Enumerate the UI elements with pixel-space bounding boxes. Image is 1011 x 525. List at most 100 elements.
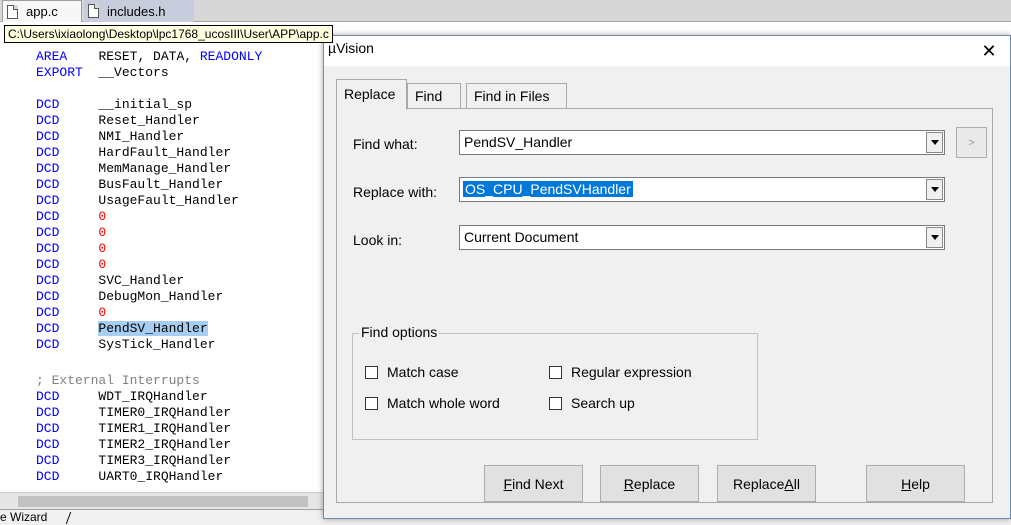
btn-accel: R [623, 475, 634, 492]
dialog-titlebar[interactable]: µVision ✕ [324, 36, 1010, 66]
vector-entry: 0 [98, 209, 107, 224]
btn-text: ind Next [512, 475, 564, 492]
dcd-keyword: DCD [36, 129, 60, 144]
vector-entry: WDT_IRQHandler [98, 389, 208, 404]
match-case-label: Match case [387, 364, 459, 380]
tab-app-c[interactable]: app.c [2, 0, 82, 22]
code-line-vector: DCD DebugMon_Handler [36, 289, 223, 305]
match-whole-word-checkbox[interactable]: Match whole word [365, 395, 500, 411]
editor-tab-bar: app.c includes.h [0, 0, 1011, 22]
find-what-label: Find what: [353, 136, 418, 152]
code-editor[interactable]: AREA RESET, DATA, READONLY EXPORT __Vect… [0, 22, 340, 492]
dcd-keyword: DCD [36, 161, 60, 176]
chevron-down-icon[interactable] [926, 227, 943, 248]
bottom-tab-label[interactable]: e Wizard [0, 510, 47, 525]
vector-entry: UsageFault_Handler [98, 193, 239, 208]
more-button[interactable]: > [956, 127, 987, 158]
tab-find[interactable]: Find [407, 83, 461, 109]
dcd-keyword: DCD [36, 453, 60, 468]
vector-entry: 0 [98, 225, 107, 240]
checkbox-box[interactable] [365, 396, 378, 410]
vector-entry: HardFault_Handler [98, 145, 232, 160]
dcd-keyword: DCD [36, 289, 60, 304]
code-line-export: EXPORT __Vectors [36, 65, 169, 81]
replace-tab-panel: Find what: PendSV_Handler > Replace with… [336, 108, 993, 503]
dcd-keyword: DCD [36, 421, 60, 436]
dcd-keyword: DCD [36, 273, 60, 288]
replace-with-combobox[interactable]: OS_CPU_PendSVHandler [459, 177, 945, 202]
export-name: __Vectors [98, 65, 169, 80]
vector-entry: SysTick_Handler [98, 337, 216, 352]
tab-label: app.c [26, 4, 58, 19]
chevron-down-icon[interactable] [926, 179, 943, 200]
vector-entry: 0 [98, 305, 107, 320]
code-line-vector: DCD MemManage_Handler [36, 161, 231, 177]
find-what-combobox[interactable]: PendSV_Handler [459, 130, 945, 155]
find-what-value: PendSV_Handler [464, 134, 573, 150]
vector-entry: MemManage_Handler [98, 161, 232, 176]
look-in-label: Look in: [353, 232, 403, 248]
vector-entry: NMI_Handler [98, 129, 185, 144]
tab-replace[interactable]: Replace [336, 79, 407, 110]
code-line-vector: DCD SVC_Handler [36, 273, 184, 289]
code-line-vector: DCD PendSV_Handler [36, 321, 208, 337]
dcd-keyword: DCD [36, 305, 60, 320]
close-icon[interactable]: ✕ [978, 40, 1000, 62]
find-next-button[interactable]: Find Next [484, 465, 583, 502]
area-keyword: AREA [36, 49, 68, 64]
vector-entry: DebugMon_Handler [98, 289, 224, 304]
match-case-checkbox[interactable]: Match case [365, 364, 459, 380]
replace-with-value: OS_CPU_PendSVHandler [463, 181, 633, 197]
btn-text: ll [793, 475, 800, 492]
chevron-down-icon[interactable] [926, 132, 943, 153]
checkbox-box[interactable] [365, 365, 378, 379]
vector-entry: BusFault_Handler [98, 177, 224, 192]
export-keyword: EXPORT [36, 65, 83, 80]
help-button[interactable]: Help [866, 465, 965, 502]
comment-text: ; External Interrupts [36, 373, 200, 388]
code-line-external: DCD UART0_IRQHandler [36, 469, 223, 485]
search-up-checkbox[interactable]: Search up [549, 395, 635, 411]
code-line-vector: DCD 0 [36, 305, 106, 321]
tab-find-in-files[interactable]: Find in Files [466, 83, 567, 109]
code-line-external: DCD TIMER3_IRQHandler [36, 453, 231, 469]
find-options-group: Find options Match case Regular expressi… [352, 324, 758, 440]
dcd-keyword: DCD [36, 257, 60, 272]
code-line-external: DCD TIMER2_IRQHandler [36, 437, 231, 453]
vector-entry: TIMER3_IRQHandler [98, 453, 232, 468]
replace-all-button[interactable]: Replace All [717, 465, 816, 502]
btn-text: eplace [633, 475, 676, 492]
tab-includes-h[interactable]: includes.h [84, 0, 194, 22]
dcd-keyword: DCD [36, 241, 60, 256]
look-in-value: Current Document [464, 229, 579, 245]
dcd-keyword: DCD [36, 321, 60, 336]
code-line-vector: DCD 0 [36, 241, 106, 257]
dcd-keyword: DCD [36, 337, 60, 352]
btn-accel: F [503, 475, 513, 492]
replace-dialog: µVision ✕ Replace Find Find in Files Fin… [323, 35, 1011, 519]
editor-horizontal-scrollbar[interactable] [0, 492, 324, 509]
document-icon [7, 4, 18, 19]
code-line-vector: DCD UsageFault_Handler [36, 193, 239, 209]
dcd-keyword: DCD [36, 405, 60, 420]
vector-entry: PendSV_Handler [98, 321, 208, 336]
dcd-keyword: DCD [36, 209, 60, 224]
replace-button[interactable]: Replace [600, 465, 699, 502]
dcd-keyword: DCD [36, 177, 60, 192]
vector-entry: TIMER2_IRQHandler [98, 437, 232, 452]
scrollbar-thumb[interactable] [18, 496, 308, 507]
checkbox-box[interactable] [549, 396, 562, 410]
code-line-vector: DCD __initial_sp [36, 97, 192, 113]
checkbox-box[interactable] [549, 365, 562, 379]
dcd-keyword: DCD [36, 145, 60, 160]
btn-accel: A [784, 475, 794, 492]
regular-expression-checkbox[interactable]: Regular expression [549, 364, 692, 380]
vector-entry: SVC_Handler [98, 273, 185, 288]
code-line-vector: DCD 0 [36, 225, 106, 241]
code-line-vector: DCD BusFault_Handler [36, 177, 223, 193]
btn-accel: H [901, 475, 912, 492]
vector-entry: 0 [98, 257, 107, 272]
dcd-keyword: DCD [36, 113, 60, 128]
document-icon [88, 4, 99, 18]
look-in-combobox[interactable]: Current Document [459, 225, 945, 250]
